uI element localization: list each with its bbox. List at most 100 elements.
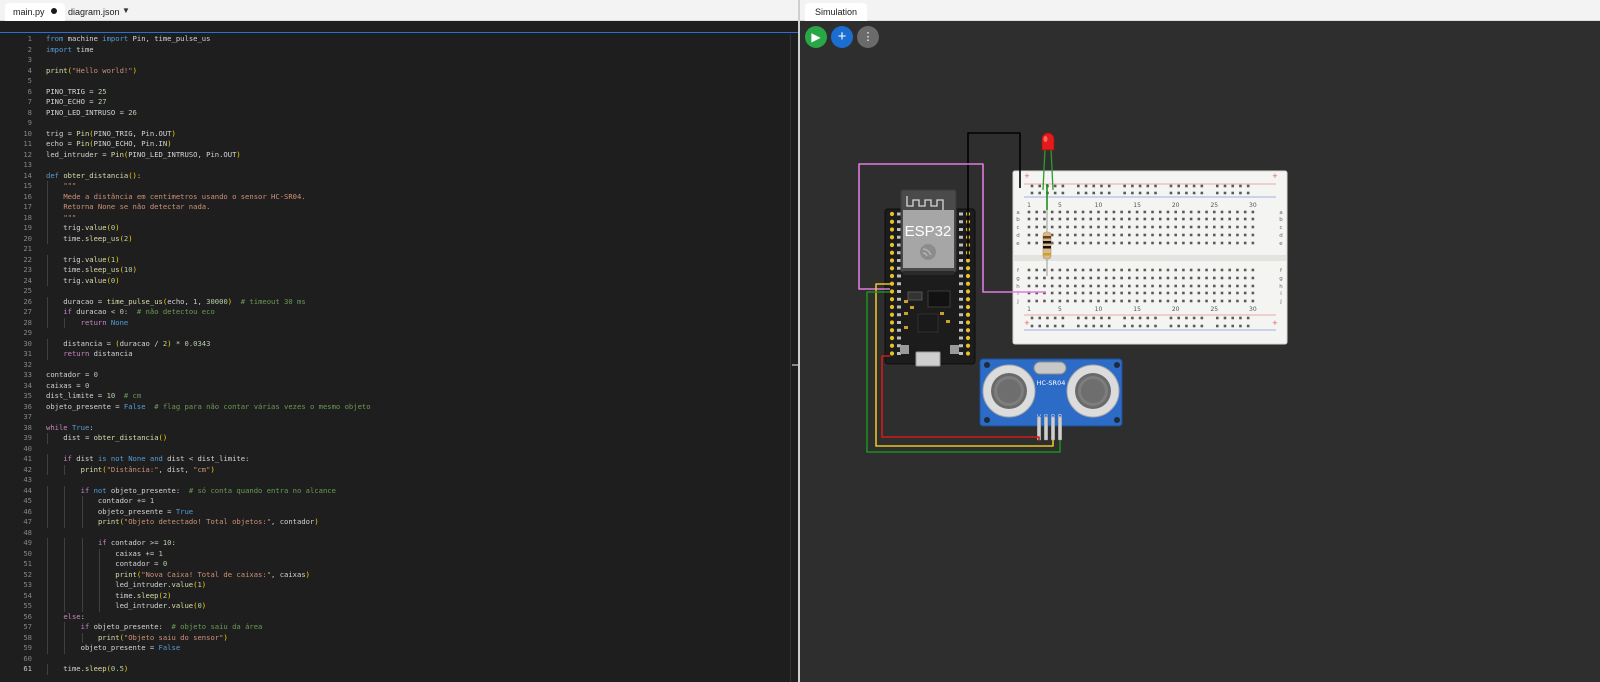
breadboard-hole[interactable]: [1120, 241, 1123, 245]
breadboard-hole[interactable]: [1043, 210, 1046, 214]
breadboard-hole[interactable]: [1158, 233, 1162, 237]
breadboard-hole[interactable]: [1128, 291, 1131, 295]
breadboard-hole[interactable]: [1120, 225, 1123, 229]
breadboard-hole[interactable]: [1251, 241, 1255, 245]
breadboard-rail-hole[interactable]: [1154, 316, 1157, 320]
breadboard-hole[interactable]: [1027, 268, 1031, 272]
breadboard-hole[interactable]: [1166, 217, 1170, 221]
breadboard-hole[interactable]: [1236, 284, 1239, 288]
breadboard-hole[interactable]: [1058, 299, 1062, 303]
breadboard-hole[interactable]: [1236, 210, 1239, 214]
breadboard-hole[interactable]: [1158, 291, 1162, 295]
breadboard-hole[interactable]: [1120, 276, 1123, 280]
code-line[interactable]: 51 contador = 0: [0, 559, 790, 570]
breadboard-hole[interactable]: [1174, 268, 1177, 272]
breadboard-rail-hole[interactable]: [1185, 316, 1188, 320]
breadboard-hole[interactable]: [1135, 233, 1139, 237]
hc-sr04-sensor[interactable]: HC-SR04 VCCTRIGECHOGND: [979, 358, 1123, 441]
code-line[interactable]: 43: [0, 475, 790, 486]
breadboard-hole[interactable]: [1104, 217, 1108, 221]
breadboard-hole[interactable]: [1228, 233, 1232, 237]
breadboard-hole[interactable]: [1066, 241, 1069, 245]
breadboard-hole[interactable]: [1112, 217, 1116, 221]
code-line[interactable]: 12 led_intruder = Pin(PINO_LED_INTRUSO, P…: [0, 150, 790, 161]
breadboard-rail-hole[interactable]: [1215, 316, 1219, 320]
esp32-pin[interactable]: [965, 258, 971, 263]
breadboard-hole[interactable]: [1089, 268, 1093, 272]
breadboard-hole[interactable]: [1166, 210, 1170, 214]
code-line[interactable]: 54 time.sleep(2): [0, 590, 790, 601]
breadboard-hole[interactable]: [1112, 291, 1116, 295]
breadboard-rail-hole[interactable]: [1185, 184, 1188, 188]
breadboard-hole[interactable]: [1104, 299, 1108, 303]
breadboard-hole[interactable]: [1035, 241, 1039, 245]
breadboard-rail-hole[interactable]: [1200, 316, 1204, 320]
breadboard-hole[interactable]: [1074, 284, 1077, 288]
breadboard-hole[interactable]: [1243, 233, 1247, 237]
breadboard-hole[interactable]: [1174, 217, 1177, 221]
breadboard-hole[interactable]: [1197, 291, 1201, 295]
breadboard-hole[interactable]: [1074, 268, 1077, 272]
breadboard-rail-hole[interactable]: [1053, 191, 1057, 195]
esp32-pin[interactable]: [889, 250, 895, 255]
breadboard-hole[interactable]: [1166, 233, 1170, 237]
breadboard-rail-hole[interactable]: [1107, 324, 1111, 328]
breadboard-hole[interactable]: [1058, 225, 1062, 229]
breadboard-rail-hole[interactable]: [1231, 316, 1235, 320]
breadboard-hole[interactable]: [1074, 276, 1077, 280]
breadboard-hole[interactable]: [1236, 225, 1239, 229]
breadboard-hole[interactable]: [1089, 291, 1093, 295]
breadboard-hole[interactable]: [1189, 299, 1193, 303]
breadboard-hole[interactable]: [1128, 217, 1131, 221]
breadboard-rail-hole[interactable]: [1169, 191, 1173, 195]
breadboard-hole[interactable]: [1035, 284, 1039, 288]
breadboard-rail-hole[interactable]: [1030, 191, 1034, 195]
breadboard-hole[interactable]: [1143, 217, 1147, 221]
code-line[interactable]: 46 objeto_presente = True: [0, 506, 790, 517]
breadboard-hole[interactable]: [1143, 299, 1147, 303]
code-line[interactable]: 48: [0, 528, 790, 539]
breadboard-hole[interactable]: [1035, 217, 1039, 221]
tab-diagram-json[interactable]: diagram.json: [60, 3, 128, 21]
breadboard-hole[interactable]: [1236, 268, 1239, 272]
breadboard-hole[interactable]: [1251, 299, 1255, 303]
breadboard-rail-hole[interactable]: [1146, 316, 1150, 320]
breadboard-hole[interactable]: [1166, 268, 1170, 272]
breadboard-hole[interactable]: [1228, 241, 1232, 245]
breadboard-rail-hole[interactable]: [1131, 324, 1134, 328]
breadboard-rail-hole[interactable]: [1246, 184, 1250, 188]
breadboard-hole[interactable]: [1158, 299, 1162, 303]
code-line[interactable]: 42 print("Distância:", dist, "cm"): [0, 464, 790, 475]
breadboard-hole[interactable]: [1097, 268, 1100, 272]
breadboard-hole[interactable]: [1081, 210, 1085, 214]
breadboard-hole[interactable]: [1166, 276, 1170, 280]
breadboard-hole[interactable]: [1220, 225, 1224, 229]
breadboard-hole[interactable]: [1066, 233, 1069, 237]
breadboard-hole[interactable]: [1251, 233, 1255, 237]
breadboard-hole[interactable]: [1027, 276, 1031, 280]
breadboard-hole[interactable]: [1066, 291, 1069, 295]
breadboard-hole[interactable]: [1066, 225, 1069, 229]
code-line[interactable]: 47 print("Objeto detectado! Total objeto…: [0, 517, 790, 528]
breadboard-rail-hole[interactable]: [1077, 184, 1080, 188]
breadboard-hole[interactable]: [1166, 225, 1170, 229]
breadboard-hole[interactable]: [1174, 291, 1177, 295]
breadboard-hole[interactable]: [1197, 233, 1201, 237]
breadboard-rail-hole[interactable]: [1038, 324, 1042, 328]
code-line[interactable]: 9: [0, 118, 790, 129]
breadboard-hole[interactable]: [1128, 268, 1131, 272]
esp32-pin[interactable]: [965, 351, 971, 356]
breadboard-hole[interactable]: [1189, 210, 1193, 214]
breadboard-hole[interactable]: [1074, 233, 1077, 237]
esp32-pin[interactable]: [889, 297, 895, 302]
breadboard-hole[interactable]: [1112, 225, 1116, 229]
esp32-pin[interactable]: [889, 335, 895, 341]
code-line[interactable]: 16 Mede a distância em centímetros usand…: [0, 191, 790, 202]
breadboard-hole[interactable]: [1097, 233, 1100, 237]
breadboard-rail-hole[interactable]: [1138, 184, 1142, 188]
breadboard-hole[interactable]: [1197, 276, 1201, 280]
breadboard-hole[interactable]: [1104, 233, 1108, 237]
esp32-pin[interactable]: [965, 343, 971, 348]
breadboard-hole[interactable]: [1104, 291, 1108, 295]
breadboard-rail-hole[interactable]: [1138, 324, 1142, 328]
